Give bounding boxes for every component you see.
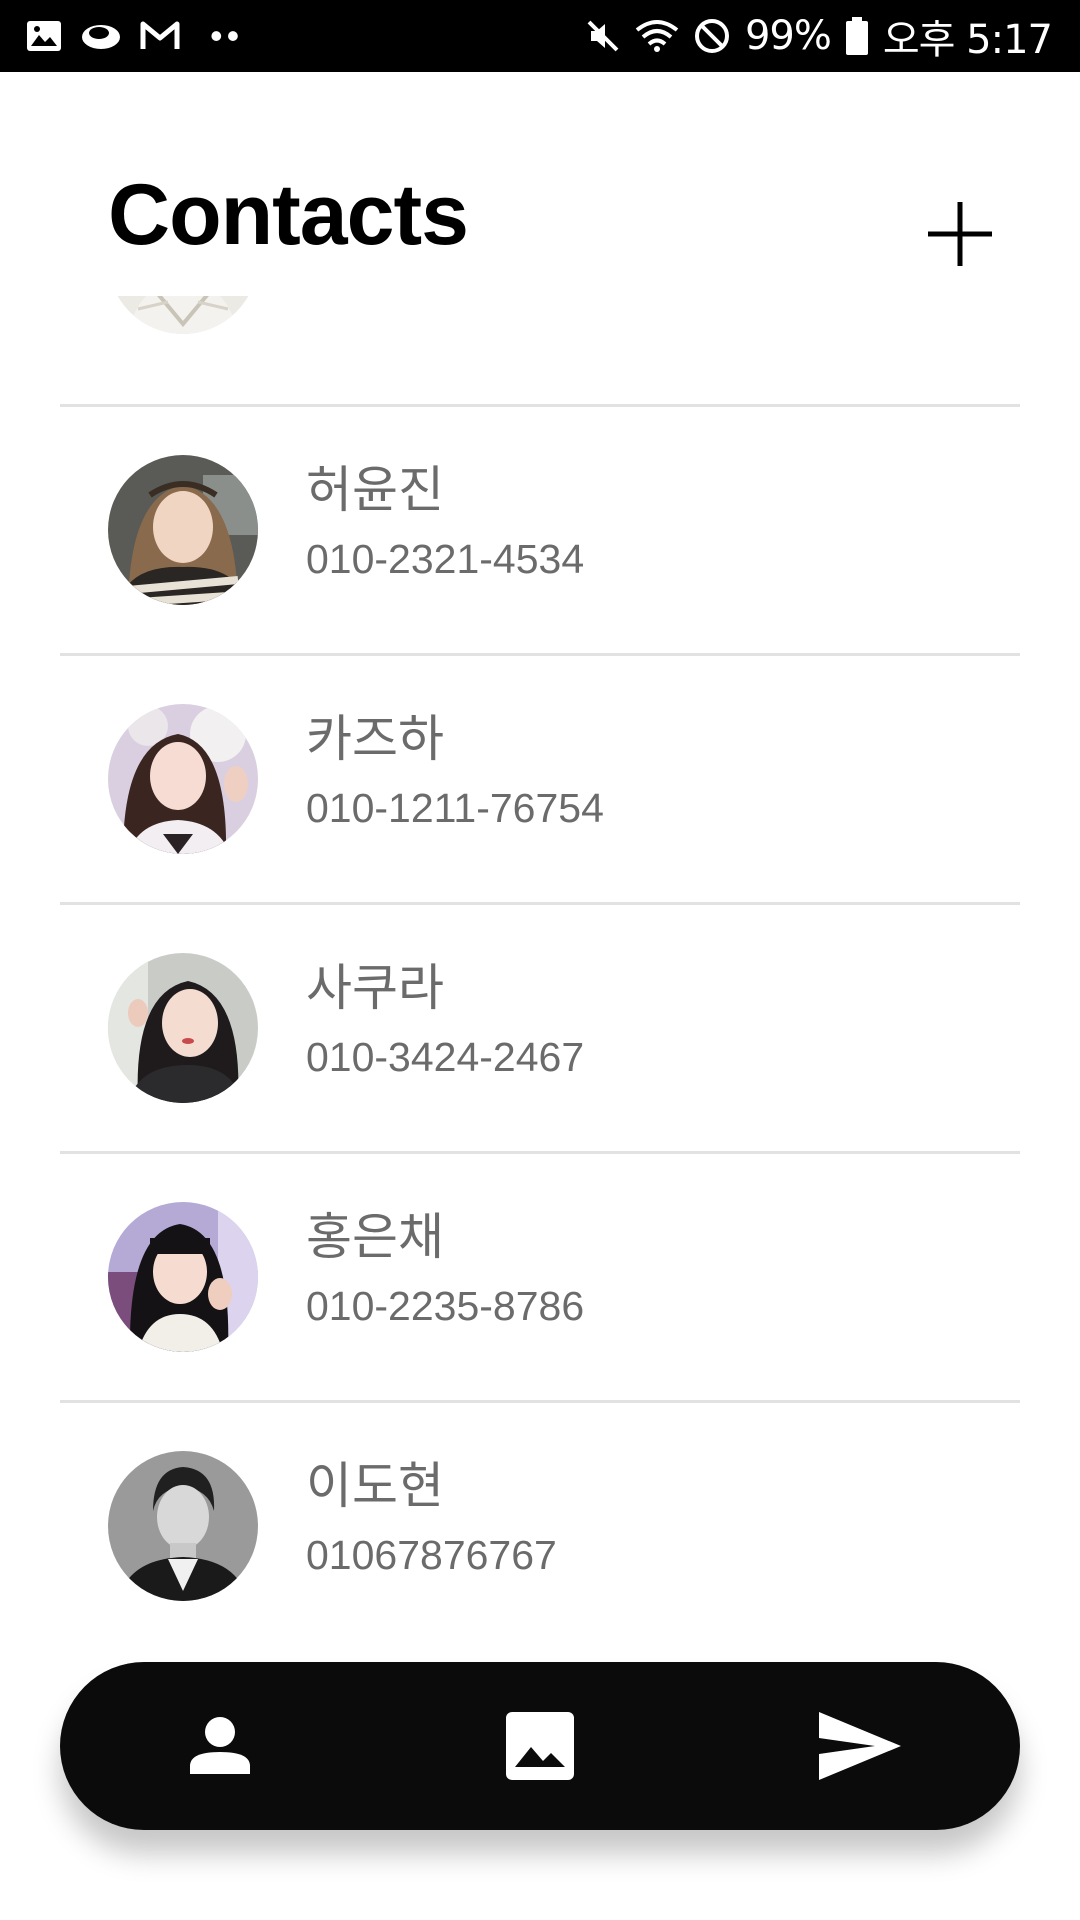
- contact-row[interactable]: 이도현 01067876767: [60, 1403, 1020, 1649]
- send-icon: [819, 1712, 901, 1780]
- status-bar: •• 99% 오후 5:17: [0, 0, 1080, 72]
- contact-row[interactable]: 카즈하 010-1211-76754: [60, 656, 1020, 902]
- contact-phone: 010-1211-76754: [306, 785, 604, 831]
- contact-row[interactable]: 허윤진 010-2321-4534: [60, 407, 1020, 653]
- plus-icon: [928, 202, 992, 266]
- contact-row[interactable]: 사쿠라 010-3424-2467: [60, 905, 1020, 1151]
- contact-phone: 010-2235-8786: [306, 1283, 585, 1329]
- clock: 오후 5:17: [882, 17, 1053, 63]
- notification-icons: ••: [26, 14, 243, 58]
- contact-name: 허윤진: [306, 461, 444, 519]
- contact-phone: 010-3424-2467: [306, 1034, 585, 1080]
- do-not-disturb-icon: [693, 17, 731, 55]
- battery-icon: [845, 16, 869, 56]
- add-contact-button[interactable]: [920, 196, 1000, 272]
- contact-phone: 010-2321-4534: [306, 536, 585, 582]
- contact-phone: 01067876767: [306, 1532, 557, 1578]
- nav-gallery-button[interactable]: [490, 1696, 590, 1796]
- avatar: [108, 1451, 258, 1601]
- mute-icon: [585, 18, 621, 54]
- contact-name: 이도현: [306, 1457, 444, 1515]
- gallery-notification-icon: [26, 20, 62, 52]
- more-notifications-icon: ••: [210, 15, 244, 56]
- page-title: Contacts: [108, 167, 469, 263]
- nav-send-button[interactable]: [810, 1696, 910, 1796]
- avatar: [108, 953, 258, 1103]
- avatar: [108, 296, 258, 334]
- battery-percent: 99%: [744, 13, 832, 59]
- contact-row[interactable]: 홍은채 010-2235-8786: [60, 1154, 1020, 1400]
- wifi-icon: [635, 18, 679, 54]
- person-icon: [190, 1717, 250, 1774]
- avatar: [108, 704, 258, 854]
- gmail-icon: [140, 21, 180, 51]
- avatar: [108, 455, 258, 605]
- contact-name: 사쿠라: [306, 959, 444, 1017]
- image-icon: [506, 1712, 574, 1780]
- bottom-nav: [60, 1662, 1020, 1830]
- nav-contacts-button[interactable]: [170, 1696, 270, 1796]
- cloud-notification-icon: [80, 20, 122, 52]
- contact-name: 홍은채: [306, 1208, 444, 1266]
- avatar: [108, 1202, 258, 1352]
- contact-name: 카즈하: [306, 710, 444, 768]
- contacts-list[interactable]: 허윤진 010-2321-4534 카즈하 010-1211-76754 사쿠라…: [0, 296, 1080, 1676]
- system-status: 99% 오후 5:17: [585, 12, 1053, 63]
